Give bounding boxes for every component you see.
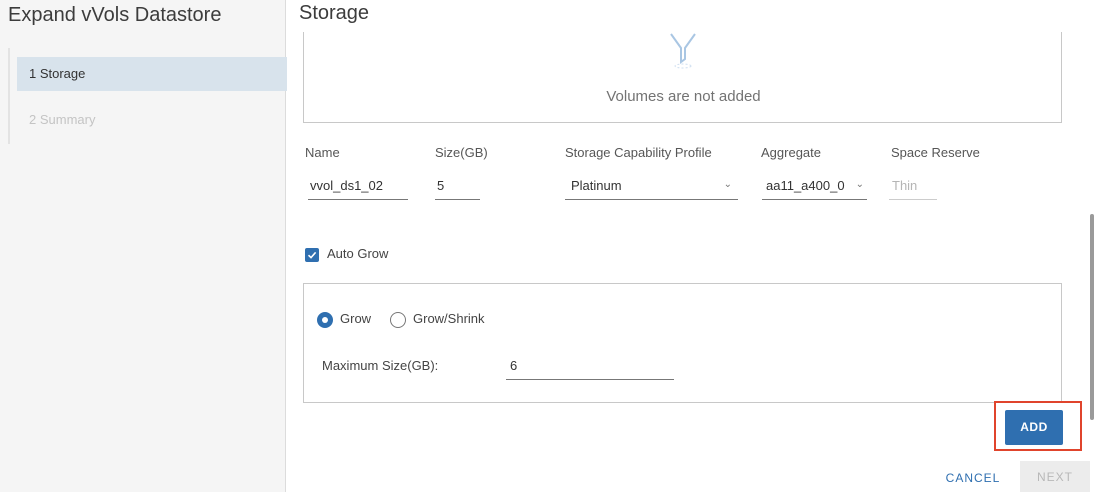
grow-shrink-radio[interactable] [390,312,406,328]
wizard-steps: 1 Storage 2 Summary [8,48,287,144]
grow-shrink-radio-label: Grow/Shrink [413,311,485,326]
checkmark-icon [307,251,317,259]
funnel-filter-icon [670,33,696,69]
auto-grow-options: Grow Grow/Shrink Maximum Size(GB): 6 [303,283,1062,403]
space-reserve-label: Space Reserve [891,145,980,160]
grow-radio-label: Grow [340,311,372,326]
max-size-label: Maximum Size(GB): [322,358,439,373]
wizard-sidebar: Expand vVols Datastore 1 Storage 2 Summa… [0,0,287,492]
name-input[interactable]: vvol_ds1_02 [308,178,408,200]
auto-grow-label: Auto Grow [327,246,389,261]
max-size-input[interactable]: 6 [506,358,674,380]
profile-select[interactable]: Platinum ⌄ [565,178,738,200]
profile-label: Storage Capability Profile [565,145,712,160]
scrollbar[interactable] [1090,214,1094,420]
cancel-button[interactable]: CANCEL [936,463,1010,492]
next-button: NEXT [1020,461,1090,492]
empty-volumes-text: Volumes are not added [606,88,761,105]
aggregate-label: Aggregate [761,145,821,160]
step-storage[interactable]: 1 Storage [17,57,287,91]
aggregate-select-value: aa11_a400_0 [766,178,845,193]
size-input[interactable]: 5 [435,178,480,200]
profile-select-value: Platinum [571,178,622,193]
aggregate-select[interactable]: aa11_a400_0 ⌄ [762,178,867,200]
grow-radio[interactable] [317,312,333,328]
name-label: Name [305,145,340,160]
space-reserve-input: Thin [889,178,937,200]
chevron-down-icon: ⌄ [853,179,864,190]
wizard-title: Expand vVols Datastore [8,4,222,26]
add-button[interactable]: ADD [1005,410,1063,445]
step-summary: 2 Summary [29,112,96,127]
size-label: Size(GB) [435,145,488,160]
chevron-down-icon: ⌄ [723,179,732,190]
auto-grow-checkbox[interactable] [305,248,319,262]
page-title: Storage [299,2,370,24]
volumes-list: Volumes are not added [303,32,1062,123]
